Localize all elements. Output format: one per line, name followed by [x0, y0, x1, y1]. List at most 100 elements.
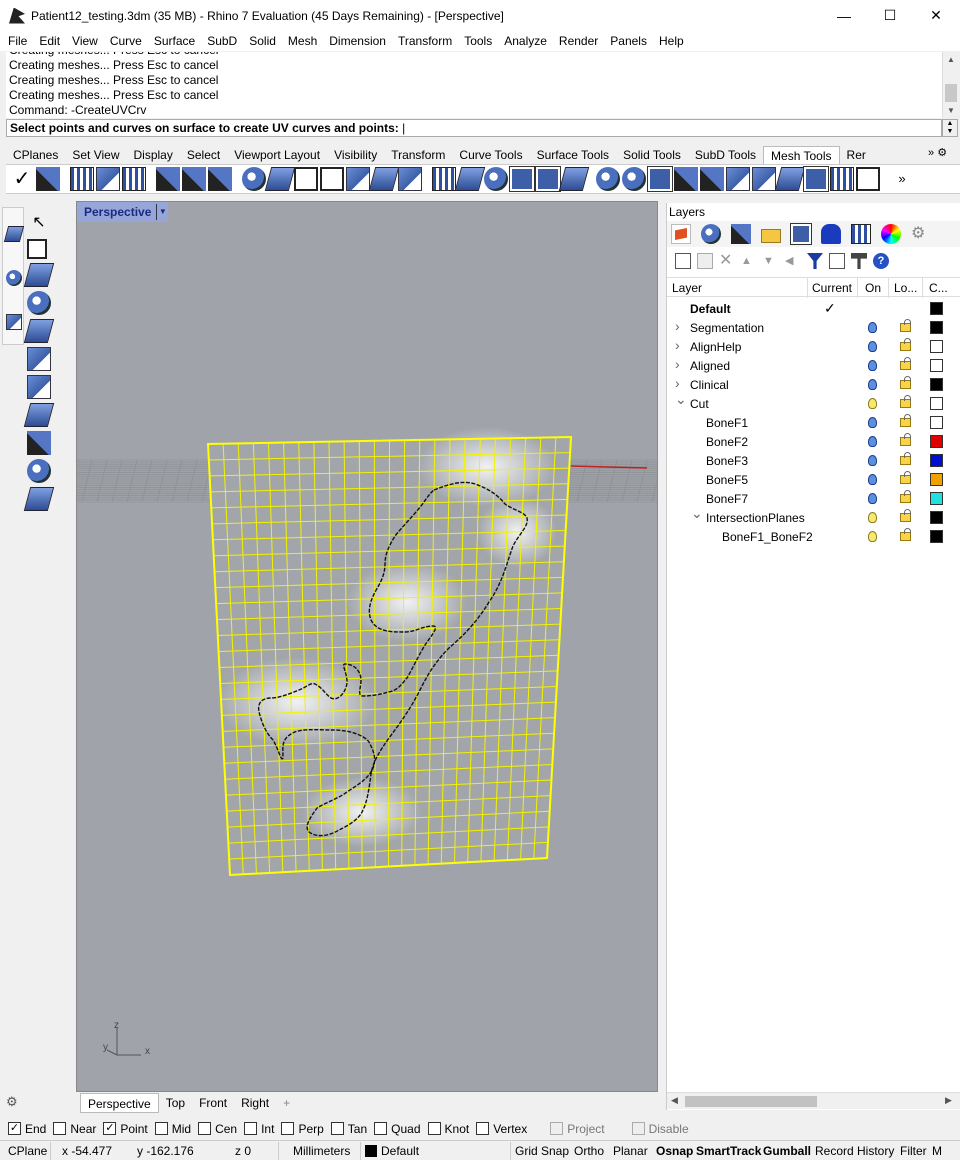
lightbulb-icon[interactable]	[868, 398, 877, 409]
toolbar-tab-transform[interactable]: Transform	[384, 146, 452, 164]
layer-row[interactable]: › Clinical	[667, 375, 960, 394]
menu-help[interactable]: Help	[653, 34, 690, 48]
display-tab-icon[interactable]	[790, 223, 812, 245]
patient-surface[interactable]	[206, 427, 573, 877]
mesh-unweld-icon[interactable]	[558, 167, 590, 191]
chevron-right-icon[interactable]: ›	[675, 318, 680, 334]
mesh-cone-tool-icon[interactable]	[27, 431, 51, 455]
toolbar-overflow-icon[interactable]: »	[890, 167, 914, 191]
layer-name[interactable]: BoneF1	[706, 416, 748, 430]
menu-analyze[interactable]: Analyze	[498, 34, 553, 48]
folder-icon[interactable]	[761, 228, 781, 243]
command-prompt-spinner[interactable]: ▲ ▼	[942, 119, 958, 137]
menu-view[interactable]: View	[66, 34, 104, 48]
command-prompt[interactable]: Select points and curves on surface to c…	[6, 119, 942, 137]
scroll-up-icon[interactable]: ▲	[947, 55, 955, 64]
checkmark-icon[interactable]: ✓	[10, 167, 34, 191]
unlocked-padlock-icon[interactable]	[900, 395, 911, 408]
maximize-button[interactable]: ☐	[867, 0, 913, 31]
layer-name[interactable]: BoneF3	[706, 454, 748, 468]
mesh-boolean-icon[interactable]	[830, 167, 854, 191]
mesh-twist-icon[interactable]	[726, 167, 750, 191]
move-left-icon[interactable]: ◀	[785, 253, 801, 269]
ortho-toggle[interactable]: Ortho	[574, 1144, 604, 1158]
unlocked-padlock-icon[interactable]	[900, 452, 911, 465]
layer-color-swatch[interactable]	[930, 435, 943, 448]
perspective-viewport[interactable]: z x y Perspective ▼	[76, 201, 658, 1092]
layer-name[interactable]: Clinical	[690, 378, 729, 392]
mesh-from-surface-icon[interactable]	[96, 167, 120, 191]
menu-solid[interactable]: Solid	[243, 34, 282, 48]
surface-tab-icon[interactable]	[3, 226, 25, 242]
notification-bell-icon[interactable]	[821, 224, 841, 244]
wrench-icon[interactable]	[36, 167, 60, 191]
unlocked-padlock-icon[interactable]	[900, 414, 911, 427]
skull-icon[interactable]	[294, 167, 318, 191]
osnap-perp[interactable]: Perp	[281, 1122, 324, 1136]
toolbar-tab-select[interactable]: Select	[180, 146, 227, 164]
mesh-patch-icon[interactable]	[264, 167, 296, 191]
column-current[interactable]: Current	[812, 281, 852, 295]
toolbar-tab-viewport-layout[interactable]: Viewport Layout	[227, 146, 327, 164]
help-icon[interactable]: ?	[873, 253, 889, 269]
mesh-figure-2-icon[interactable]	[182, 167, 206, 191]
osnap-end[interactable]: ✓ End	[8, 1122, 46, 1136]
layer-row[interactable]: ⌄ Cut	[667, 391, 960, 413]
mesh-flip-icon[interactable]	[752, 167, 776, 191]
chevron-double-right-icon[interactable]: »	[928, 147, 934, 159]
unlocked-padlock-icon[interactable]	[900, 471, 911, 484]
planar-toggle[interactable]: Planar	[613, 1144, 648, 1158]
status-overflow[interactable]: M	[932, 1144, 942, 1158]
mesh-measure-tool-icon[interactable]	[23, 403, 55, 427]
mesh-surface-icon[interactable]	[454, 167, 486, 191]
scroll-thumb[interactable]	[945, 84, 957, 102]
osnap-point[interactable]: ✓ Point	[103, 1122, 148, 1136]
menu-tools[interactable]: Tools	[458, 34, 498, 48]
delete-layer-icon[interactable]: ✕	[719, 253, 735, 269]
scroll-right-icon[interactable]: ▶	[945, 1095, 952, 1106]
osnap-near[interactable]: Near	[53, 1122, 96, 1136]
layer-color-swatch[interactable]	[930, 378, 943, 391]
layer-row[interactable]: BoneF3	[667, 451, 960, 470]
column-color[interactable]: C...	[929, 281, 948, 295]
osnap-cen[interactable]: Cen	[198, 1122, 237, 1136]
mesh-split-icon[interactable]	[368, 167, 400, 191]
viewport-tab-right[interactable]: Right	[234, 1093, 276, 1113]
mesh-figure-icon[interactable]	[156, 167, 180, 191]
layer-row[interactable]: › Aligned	[667, 356, 960, 375]
record-history-toggle[interactable]: Record History	[815, 1144, 894, 1158]
layer-row[interactable]: › AlignHelp	[667, 337, 960, 356]
layer-color-swatch[interactable]	[930, 492, 943, 505]
color-wheel-icon[interactable]	[881, 224, 901, 244]
toolbar-tab-surface-tools[interactable]: Surface Tools	[530, 146, 617, 164]
properties-tab-icon[interactable]	[701, 224, 721, 244]
layer-row[interactable]: ⌄ IntersectionPlanes	[667, 505, 960, 527]
spin-down-icon[interactable]: ▼	[943, 128, 957, 136]
gear-icon[interactable]: ⚙	[937, 147, 947, 159]
checkbox[interactable]	[476, 1122, 490, 1135]
new-layer-icon[interactable]	[675, 253, 691, 269]
layer-name[interactable]: BoneF7	[706, 492, 748, 506]
toolbar-tab-set-view[interactable]: Set View	[65, 146, 126, 164]
layer-color-swatch[interactable]	[930, 511, 943, 524]
chevron-right-icon[interactable]: ›	[675, 375, 680, 391]
checkbox[interactable]	[53, 1122, 67, 1135]
layer-name[interactable]: Aligned	[690, 359, 730, 373]
mesh-grid-icon[interactable]	[70, 167, 94, 191]
lightbulb-icon[interactable]	[868, 455, 877, 466]
viewport-title[interactable]: Perspective ▼	[77, 202, 169, 222]
layer-color-swatch[interactable]	[930, 359, 943, 372]
menu-subd[interactable]: SubD	[201, 34, 243, 48]
layer-row[interactable]: BoneF2	[667, 432, 960, 451]
cplane-indicator[interactable]: CPlane	[8, 1144, 47, 1158]
current-layer-check-icon[interactable]: ✓	[824, 300, 836, 317]
gumball-toggle[interactable]: Gumball	[763, 1144, 811, 1158]
layer-name[interactable]: Segmentation	[690, 321, 764, 335]
unlocked-padlock-icon[interactable]	[900, 509, 911, 522]
toolbar-tab-subd-tools[interactable]: SubD Tools	[688, 146, 763, 164]
filter-toggle[interactable]: Filter	[900, 1144, 927, 1158]
mesh-box-icon[interactable]	[320, 167, 344, 191]
menu-render[interactable]: Render	[553, 34, 604, 48]
chevron-right-icon[interactable]: ›	[675, 356, 680, 372]
chevron-right-icon[interactable]: ›	[675, 337, 680, 353]
